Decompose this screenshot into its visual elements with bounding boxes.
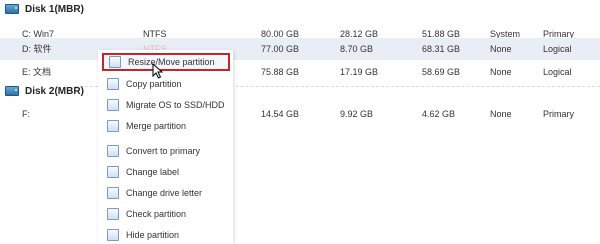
partition-unused: 58.69 GB [422, 67, 461, 77]
menu-item-check-partition[interactable]: Check partition [102, 205, 230, 223]
menu-item-label: Check partition [126, 209, 187, 219]
partition-status: None [490, 67, 512, 77]
partition-name: F: [22, 109, 30, 119]
partition-name: D: 软件 [22, 44, 52, 54]
partition-status: None [490, 44, 512, 54]
disk-title: Disk 2(MBR) [25, 85, 84, 97]
menu-item-resize-move[interactable]: Resize/Move partition [102, 53, 230, 71]
partition-capacity: 77.00 GB [261, 44, 300, 54]
partition-used: 8.70 GB [340, 44, 374, 54]
disk-title: Disk 1(MBR) [25, 3, 84, 15]
menu-item-copy-partition[interactable]: Copy partition [102, 75, 230, 93]
disk-icon [5, 86, 19, 96]
hide-icon [107, 229, 119, 241]
resize-icon [109, 56, 121, 68]
copy-icon [107, 78, 119, 90]
partition-unused: 4.62 GB [422, 109, 456, 119]
menu-item-change-drive-letter[interactable]: Change drive letter [102, 184, 230, 202]
partition-status: None [490, 109, 512, 119]
partition-row[interactable]: F: 14.54 GB 9.92 GB 4.62 GB None Primary [0, 103, 600, 125]
menu-item-change-label[interactable]: Change label [102, 163, 230, 181]
menu-item-merge-partition[interactable]: Merge partition [102, 117, 230, 135]
partition-capacity: 75.88 GB [261, 67, 300, 77]
menu-item-label: Convert to primary [126, 146, 201, 156]
menu-item-hide-partition[interactable]: Hide partition [102, 226, 230, 244]
menu-item-label: Resize/Move partition [128, 57, 215, 67]
check-icon [107, 208, 119, 220]
partition-used: 9.92 GB [340, 109, 374, 119]
mouse-cursor-icon [152, 63, 164, 79]
partition-type: Logical [543, 44, 572, 54]
context-menu: Resize/Move partition Copy partition Mig… [98, 50, 233, 244]
convert-icon [107, 145, 119, 157]
menu-item-migrate-os[interactable]: Migrate OS to SSD/HDD [102, 96, 230, 114]
disk-icon [5, 4, 19, 14]
menu-item-label: Change drive letter [126, 188, 203, 198]
partition-row-selected[interactable]: D: 软件 NTFS 77.00 GB 8.70 GB 68.31 GB Non… [0, 38, 600, 60]
migrate-icon [107, 99, 119, 111]
menu-item-label: Copy partition [126, 79, 182, 89]
disk-header-2[interactable]: Disk 2(MBR) [0, 82, 600, 100]
partition-row[interactable]: E: 文档 75.88 GB 17.19 GB 58.69 GB None Lo… [0, 61, 600, 83]
label-icon [107, 166, 119, 178]
disk-header-1[interactable]: Disk 1(MBR) [0, 0, 600, 18]
partition-type: Primary [543, 109, 574, 119]
partition-unused: 68.31 GB [422, 44, 461, 54]
partition-capacity: 14.54 GB [261, 109, 300, 119]
menu-item-label: Migrate OS to SSD/HDD [126, 100, 225, 110]
partition-type: Logical [543, 67, 572, 77]
merge-icon [107, 120, 119, 132]
partition-name: E: 文档 [22, 67, 52, 77]
partition-used: 17.19 GB [340, 67, 379, 77]
menu-item-label: Change label [126, 167, 180, 177]
menu-item-convert-to-primary[interactable]: Convert to primary [102, 142, 230, 160]
drive-letter-icon [107, 187, 119, 199]
menu-item-label: Hide partition [126, 230, 180, 240]
menu-item-label: Merge partition [126, 121, 187, 131]
